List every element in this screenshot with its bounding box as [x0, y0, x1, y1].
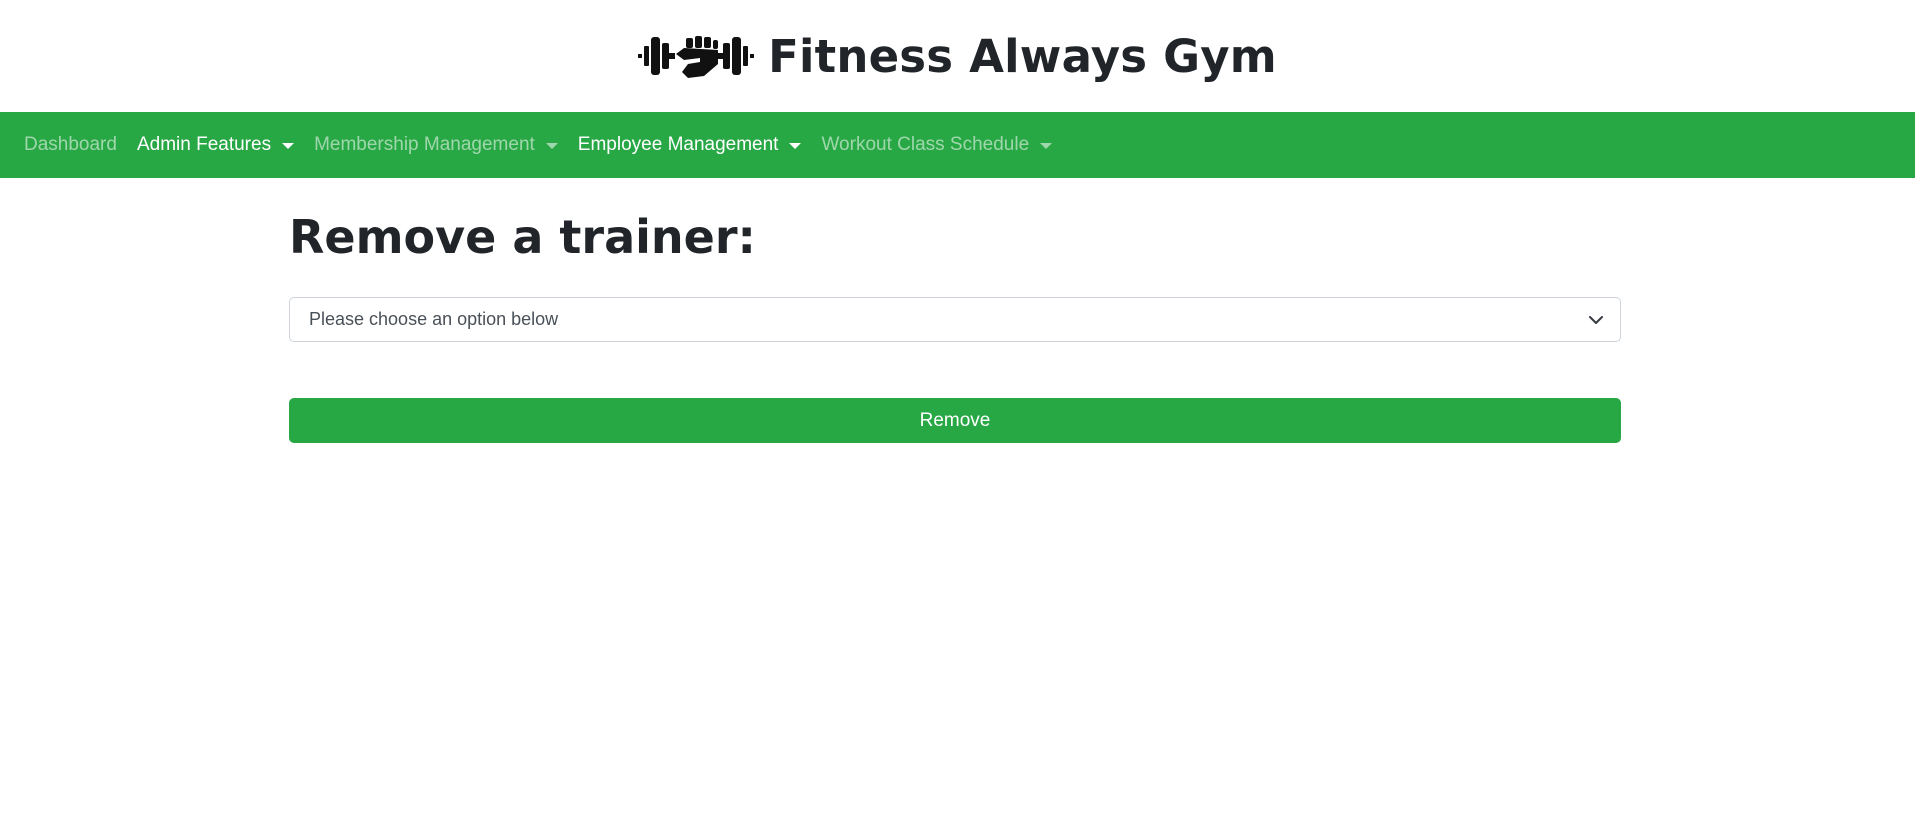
nav-item-workout-class-schedule[interactable]: Workout Class Schedule — [821, 134, 1053, 156]
site-title: Fitness Always Gym — [768, 29, 1277, 83]
caret-down-icon — [282, 143, 295, 149]
caret-down-icon — [1040, 143, 1053, 149]
chevron-down-icon — [1589, 316, 1603, 325]
main-content: Remove a trainer: Please choose an optio… — [289, 178, 1621, 444]
nav-item-admin-features[interactable]: Admin Features — [136, 134, 295, 156]
nav-item-label: Workout Class Schedule — [821, 134, 1030, 155]
page-title: Remove a trainer: — [289, 210, 756, 264]
nav-item-label: Membership Management — [314, 134, 535, 155]
remove-button[interactable]: Remove — [289, 398, 1621, 444]
trainer-select[interactable]: Please choose an option below — [289, 297, 1621, 343]
nav-item-membership-management[interactable]: Membership Management — [314, 134, 558, 156]
main-navbar: Dashboard Admin Features Membership Mana… — [0, 112, 1915, 178]
site-header: Fitness Always Gym — [0, 0, 1915, 112]
trainer-select-value: Please choose an option below — [309, 309, 559, 330]
nav-item-label: Dashboard — [24, 134, 117, 155]
caret-down-icon — [545, 143, 558, 149]
nav-item-dashboard[interactable]: Dashboard — [24, 134, 117, 156]
nav-item-label: Admin Features — [136, 134, 272, 155]
nav-item-label: Employee Management — [577, 134, 779, 155]
nav-item-employee-management[interactable]: Employee Management — [578, 134, 802, 156]
caret-down-icon — [789, 143, 802, 149]
dumbbell-fist-icon — [638, 36, 755, 78]
